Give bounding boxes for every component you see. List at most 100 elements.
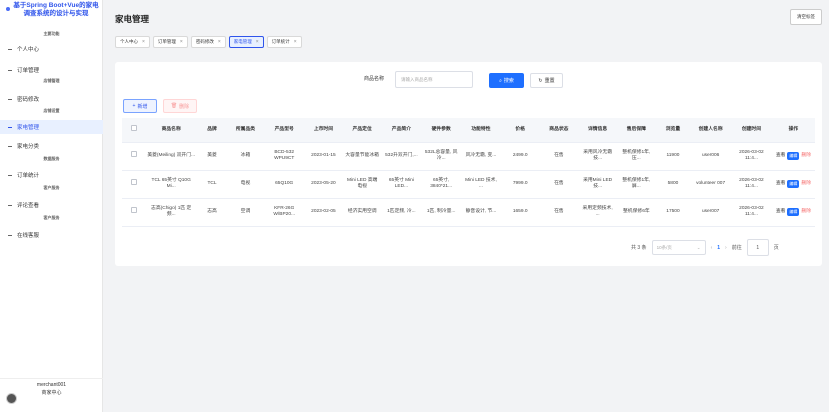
- user-box: merchant001 商家中心: [0, 378, 103, 412]
- close-icon[interactable]: ×: [142, 39, 145, 45]
- reset-button[interactable]: ↻ 重置: [530, 73, 563, 88]
- goto-page-input[interactable]: 1: [746, 239, 769, 256]
- column-header: 商品名称: [145, 118, 198, 143]
- tab-bar: 个人中心 × 订单管理 × 密码修改 × 家电管理 × 订单统计 ×: [115, 36, 302, 48]
- view-button[interactable]: 查看: [776, 209, 786, 216]
- row-checkbox[interactable]: [130, 151, 137, 158]
- sidebar-item-categories[interactable]: 家电分类: [0, 139, 103, 153]
- row-checkbox[interactable]: [130, 207, 137, 214]
- sidebar-item-label: 订单统计: [17, 173, 40, 179]
- current-page[interactable]: 1: [717, 245, 720, 251]
- tab-order-stats[interactable]: 订单统计 ×: [266, 36, 302, 48]
- sidebar-item-label: 个人中心: [17, 47, 40, 53]
- goto-label: 前往: [731, 245, 742, 251]
- close-icon[interactable]: ×: [294, 39, 297, 45]
- sidebar-item-reviews[interactable]: 评论查看: [0, 198, 103, 212]
- prev-page-icon[interactable]: ‹: [711, 245, 713, 251]
- sidebar: 基于Spring Boot+Vue的家电调查系统的设计与实现 主要功能 个人中心…: [0, 0, 103, 412]
- table-cell: 1匹定频, 冷...: [381, 198, 422, 227]
- close-icon[interactable]: ×: [180, 39, 183, 45]
- select-all-checkbox[interactable]: [130, 125, 137, 132]
- table-cell: 17500: [655, 198, 691, 227]
- trash-icon: 🗑: [170, 103, 178, 109]
- row-select-cell[interactable]: [122, 170, 146, 199]
- dash-icon: [8, 126, 12, 128]
- table-cell: 2023-02-05: [304, 198, 343, 227]
- row-select-cell[interactable]: [122, 142, 146, 171]
- table-cell: 65英寸, 3840*21...: [421, 170, 462, 199]
- sidebar-item-appliances[interactable]: 家电管理: [0, 120, 103, 134]
- avatar[interactable]: [6, 393, 17, 404]
- chevron-down-icon: ⌄: [696, 244, 701, 250]
- reset-button-label: 重置: [544, 78, 555, 84]
- tab-label: 订单统计: [271, 39, 290, 44]
- row-delete-button[interactable]: 删除: [801, 209, 811, 216]
- sidebar-item-support[interactable]: 在线客服: [0, 228, 103, 242]
- table-cell: Mini LED 技术, ...: [461, 170, 501, 199]
- table-cell: 65英寸 Mini LED...: [381, 170, 422, 199]
- table-cell: 风冷无霜, 变...: [461, 142, 501, 171]
- column-header: 上市时间: [304, 118, 343, 143]
- table-cell: 整机保修1年, 压...: [616, 142, 656, 171]
- tab-orders[interactable]: 订单管理 ×: [152, 36, 188, 48]
- tab-password[interactable]: 密码修改 ×: [190, 36, 226, 48]
- row-checkbox[interactable]: [130, 179, 137, 186]
- close-icon[interactable]: ×: [218, 39, 221, 45]
- table-cell: 冰箱: [226, 142, 265, 171]
- table-cell: 采用风冷无霜技...: [578, 142, 617, 171]
- sidebar-item-orders[interactable]: 订单管理: [0, 63, 103, 77]
- sidebar-sub-label: 客户服务: [43, 215, 60, 220]
- table-cell: 空调: [226, 198, 265, 227]
- select-all-cell[interactable]: [122, 118, 146, 143]
- add-button[interactable]: + 新增: [123, 99, 157, 113]
- edit-button[interactable]: 编辑: [787, 207, 800, 217]
- table-cell: TCL 65英寸 Q10G Mi...: [145, 170, 198, 199]
- table-row: TCL 65英寸 Q10G Mi... TCL 电视 65Q10G 2023-0…: [122, 170, 815, 199]
- sidebar-sub-label: 客户服务: [43, 185, 60, 190]
- column-header: 创建人名称: [690, 118, 732, 143]
- sidebar-item-label: 订单管理: [17, 68, 40, 74]
- dash-icon: [8, 48, 12, 50]
- column-header: 产品定位: [342, 118, 382, 143]
- sidebar-item-profile[interactable]: 个人中心: [0, 42, 103, 56]
- row-select-cell[interactable]: [122, 198, 146, 227]
- main-panel: 商品名称 请输入商品名称 ⌕ 搜索 ↻ 重置 + 新增 🗑 删除 商品名称 品牌…: [115, 62, 822, 266]
- table-row: 美菱(Meiling) 双开门... 美菱 冰箱 BCD-532 WPU9CT …: [122, 142, 815, 171]
- delete-button[interactable]: 🗑 删除: [163, 99, 197, 113]
- table-cell: 532L总容量, 风冷...: [421, 142, 462, 171]
- tab-label: 个人中心: [120, 39, 138, 44]
- column-header: 浏览量: [655, 118, 691, 143]
- column-header: 产品简介: [381, 118, 422, 143]
- sidebar-item-label: 家电管理: [17, 125, 40, 131]
- tab-label: 订单管理: [157, 39, 176, 44]
- next-page-icon[interactable]: ›: [725, 245, 727, 251]
- table-cell: Mini LED 高端电视: [342, 170, 382, 199]
- ops-cell: 查看 编辑 删除: [771, 198, 815, 227]
- tab-appliances[interactable]: 家电管理 ×: [228, 36, 264, 48]
- edit-button[interactable]: 编辑: [787, 179, 800, 189]
- clear-tabs-button[interactable]: 清空标签: [790, 9, 822, 25]
- table-cell: 2023-05-20: [304, 170, 343, 199]
- close-icon[interactable]: ×: [256, 39, 259, 45]
- view-button[interactable]: 查看: [776, 153, 786, 160]
- table-cell: 整机保修6年: [616, 198, 656, 227]
- search-button[interactable]: ⌕ 搜索: [489, 73, 524, 88]
- row-delete-button[interactable]: 删除: [801, 181, 811, 188]
- dash-icon: [8, 98, 12, 100]
- sidebar-item-password[interactable]: 密码修改: [0, 92, 103, 106]
- tab-profile[interactable]: 个人中心 ×: [115, 36, 150, 48]
- view-button[interactable]: 查看: [776, 181, 786, 188]
- table-cell: 1匹, 制冷量...: [421, 198, 462, 227]
- page-size-select[interactable]: 10条/页 ⌄: [651, 240, 706, 255]
- total-count: 共 3 条: [631, 245, 647, 251]
- search-input[interactable]: 请输入商品名称: [395, 71, 473, 88]
- edit-button[interactable]: 编辑: [787, 151, 800, 161]
- table-cell: 美菱(Meiling) 双开门...: [145, 142, 198, 171]
- table-cell: 5800: [655, 170, 691, 199]
- page-title: 家电管理: [115, 14, 150, 24]
- sidebar-item-order-stats[interactable]: 订单统计: [0, 168, 103, 182]
- sidebar-item-label: 评论查看: [17, 203, 40, 209]
- column-header: 操作: [771, 118, 815, 143]
- table-cell: 在售: [539, 142, 579, 171]
- row-delete-button[interactable]: 删除: [801, 153, 811, 160]
